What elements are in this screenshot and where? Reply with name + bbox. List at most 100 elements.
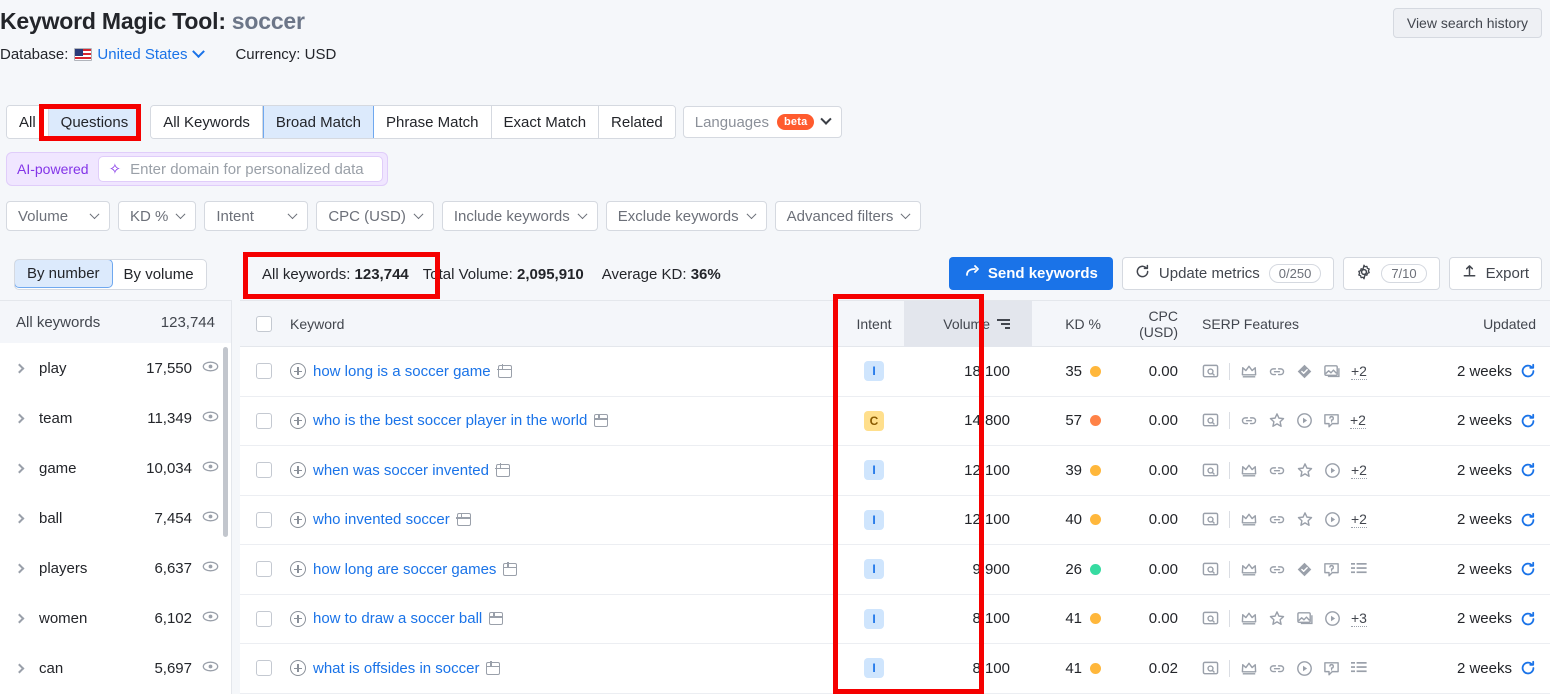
star-icon[interactable] <box>1268 610 1286 627</box>
faq-icon[interactable] <box>1323 660 1340 677</box>
serp-more-link[interactable]: +2 <box>1351 363 1367 380</box>
eye-icon[interactable] <box>202 558 219 579</box>
chevron-right-icon[interactable] <box>14 463 25 473</box>
serp-more-link[interactable]: +2 <box>1351 462 1367 479</box>
serp-preview-icon[interactable] <box>1202 660 1219 677</box>
column-header-volume[interactable]: Volume <box>904 300 1032 347</box>
serp-analysis-icon[interactable] <box>488 611 504 626</box>
chevron-right-icon[interactable] <box>14 663 25 673</box>
languages-dropdown[interactable]: Languages beta <box>682 106 843 138</box>
keyword-link[interactable]: how long is a soccer game <box>313 363 491 380</box>
tab-phrase-match[interactable]: Phrase Match <box>373 106 492 138</box>
row-checkbox[interactable] <box>256 412 272 429</box>
star-icon[interactable] <box>1296 511 1314 528</box>
crown-icon[interactable] <box>1240 363 1258 380</box>
eye-icon[interactable] <box>202 408 219 429</box>
settings-button[interactable]: 7/10 <box>1343 257 1440 290</box>
star-icon[interactable] <box>1296 462 1314 479</box>
update-metrics-button[interactable]: Update metrics 0/250 <box>1121 257 1335 290</box>
filter-intent[interactable]: Intent <box>204 201 309 231</box>
table-row[interactable]: how to draw a soccer ball I 8,100 41 0.00 +3 2… <box>240 595 1550 644</box>
sidebar-scrollbar[interactable] <box>223 347 228 537</box>
link-icon[interactable] <box>1268 363 1286 380</box>
keyword-link[interactable]: how to draw a soccer ball <box>313 610 482 627</box>
crown-icon[interactable] <box>1240 511 1258 528</box>
video-icon[interactable] <box>1296 660 1313 677</box>
sidebar-item-team[interactable]: team 11,349 <box>0 393 231 443</box>
tab-all-keywords[interactable]: All Keywords <box>151 106 263 138</box>
column-header-updated[interactable]: Updated <box>1402 316 1550 332</box>
row-checkbox[interactable] <box>256 660 272 677</box>
chevron-right-icon[interactable] <box>14 413 25 423</box>
filter-advanced[interactable]: Advanced filters <box>774 201 922 231</box>
link-icon[interactable] <box>1268 660 1286 677</box>
column-header-cpc[interactable]: CPC (USD) <box>1107 308 1192 340</box>
row-checkbox[interactable] <box>256 363 272 380</box>
refresh-icon[interactable] <box>1520 561 1536 577</box>
row-checkbox[interactable] <box>256 462 272 479</box>
serp-analysis-icon[interactable] <box>456 512 471 527</box>
video-icon[interactable] <box>1324 610 1341 627</box>
link-icon[interactable] <box>1268 561 1286 578</box>
row-checkbox[interactable] <box>256 610 272 627</box>
database-value[interactable]: United States <box>97 46 187 63</box>
crown-icon[interactable] <box>1240 660 1258 677</box>
row-checkbox[interactable] <box>256 511 272 528</box>
select-all-checkbox[interactable] <box>256 315 272 332</box>
add-keyword-icon[interactable] <box>290 363 306 380</box>
serp-more-link[interactable]: +3 <box>1351 610 1367 628</box>
toggle-by-volume[interactable]: By volume <box>112 260 206 289</box>
tab-all[interactable]: All <box>7 106 49 138</box>
add-keyword-icon[interactable] <box>290 462 306 479</box>
chevron-right-icon[interactable] <box>14 613 25 623</box>
keyword-link[interactable]: what is offsides in soccer <box>313 660 479 677</box>
video-icon[interactable] <box>1296 412 1313 429</box>
serp-analysis-icon[interactable] <box>485 661 501 675</box>
column-header-serp[interactable]: SERP Features <box>1192 316 1402 332</box>
crown-icon[interactable] <box>1240 462 1258 479</box>
filter-include-keywords[interactable]: Include keywords <box>441 201 598 231</box>
faq-icon[interactable] <box>1323 561 1340 578</box>
table-row[interactable]: what is offsides in soccer I 8,100 41 0.02 2 … <box>240 644 1550 694</box>
refresh-icon[interactable] <box>1520 611 1536 627</box>
intent-badge[interactable]: I <box>864 608 884 629</box>
refresh-icon[interactable] <box>1520 363 1536 379</box>
crown-icon[interactable] <box>1240 561 1258 578</box>
sidebar-header[interactable]: All keywords 123,744 <box>0 301 231 343</box>
crown-icon[interactable] <box>1240 610 1258 627</box>
intent-badge[interactable]: I <box>864 658 884 679</box>
send-keywords-button[interactable]: Send keywords <box>948 257 1113 290</box>
diamond-icon[interactable] <box>1296 363 1313 380</box>
refresh-icon[interactable] <box>1520 413 1536 429</box>
star-icon[interactable] <box>1268 412 1286 429</box>
diamond-icon[interactable] <box>1296 561 1313 578</box>
serp-preview-icon[interactable] <box>1202 412 1219 429</box>
column-header-kd[interactable]: KD % <box>1032 316 1107 332</box>
serp-preview-icon[interactable] <box>1202 363 1219 380</box>
filter-volume[interactable]: Volume <box>6 201 110 231</box>
intent-badge[interactable]: C <box>864 410 884 431</box>
chevron-down-icon[interactable] <box>192 45 206 59</box>
row-checkbox[interactable] <box>256 561 272 578</box>
refresh-icon[interactable] <box>1520 462 1536 478</box>
serp-preview-icon[interactable] <box>1202 511 1219 528</box>
sidebar-item-players[interactable]: players 6,637 <box>0 543 231 593</box>
eye-icon[interactable] <box>202 608 219 629</box>
table-row[interactable]: who is the best soccer player in the wor… <box>240 397 1550 446</box>
serp-analysis-icon[interactable] <box>502 562 518 576</box>
filter-exclude-keywords[interactable]: Exclude keywords <box>605 201 767 231</box>
column-header-keyword[interactable]: Keyword <box>288 316 844 332</box>
keyword-link[interactable]: who is the best soccer player in the wor… <box>313 412 587 429</box>
add-keyword-icon[interactable] <box>290 561 306 578</box>
faq-icon[interactable] <box>1323 412 1340 429</box>
export-button[interactable]: Export <box>1448 257 1542 290</box>
sidebar-item-can[interactable]: can 5,697 <box>0 643 231 693</box>
tab-broad-match[interactable]: Broad Match <box>262 106 374 138</box>
list-icon[interactable] <box>1350 660 1368 676</box>
view-search-history-button[interactable]: View search history <box>1392 8 1542 38</box>
chevron-right-icon[interactable] <box>14 363 25 373</box>
serp-analysis-icon[interactable] <box>495 463 510 477</box>
intent-badge[interactable]: I <box>864 509 884 530</box>
intent-badge[interactable]: I <box>864 559 884 580</box>
link-icon[interactable] <box>1268 462 1286 479</box>
